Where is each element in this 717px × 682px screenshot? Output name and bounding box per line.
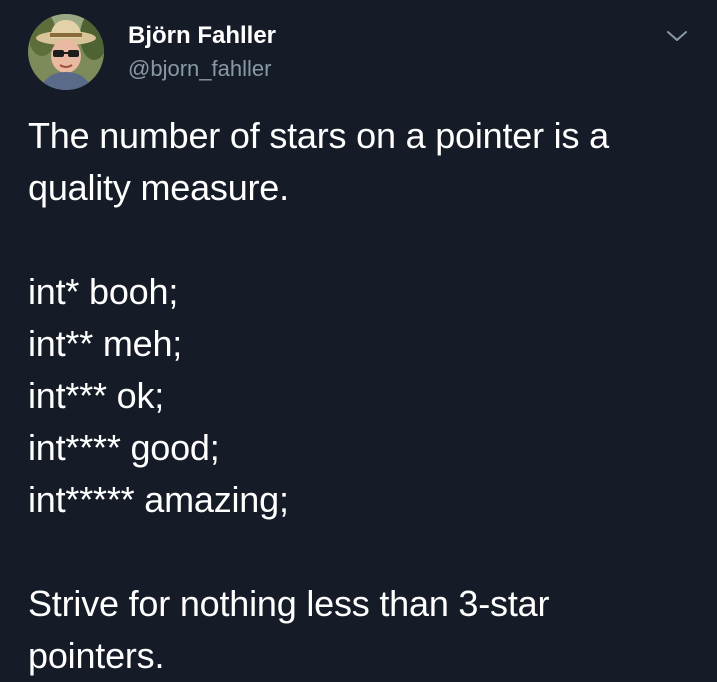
tweet-line: quality measure. (28, 167, 289, 208)
code-line: int*** ok; (28, 375, 165, 416)
tweet-line: The number of stars on a pointer is a (28, 115, 609, 156)
author-display-name[interactable]: Björn Fahller (128, 22, 276, 50)
code-line: int* booh; (28, 271, 179, 312)
tweet-line: pointers. (28, 635, 165, 676)
tweet-line: Strive for nothing less than 3-star (28, 583, 550, 624)
author-handle[interactable]: @bjorn_fahller (128, 56, 271, 82)
profile-photo-icon (28, 14, 104, 90)
code-line: int**** good; (28, 427, 220, 468)
tweet-card: Björn Fahller @bjorn_fahller The number … (0, 0, 717, 676)
author-avatar[interactable] (28, 14, 104, 90)
tweet-menu-button[interactable] (662, 24, 692, 48)
code-line: int** meh; (28, 323, 183, 364)
code-line: int***** amazing; (28, 479, 289, 520)
tweet-text: The number of stars on a pointer is a qu… (28, 110, 708, 682)
chevron-down-icon (667, 31, 687, 41)
